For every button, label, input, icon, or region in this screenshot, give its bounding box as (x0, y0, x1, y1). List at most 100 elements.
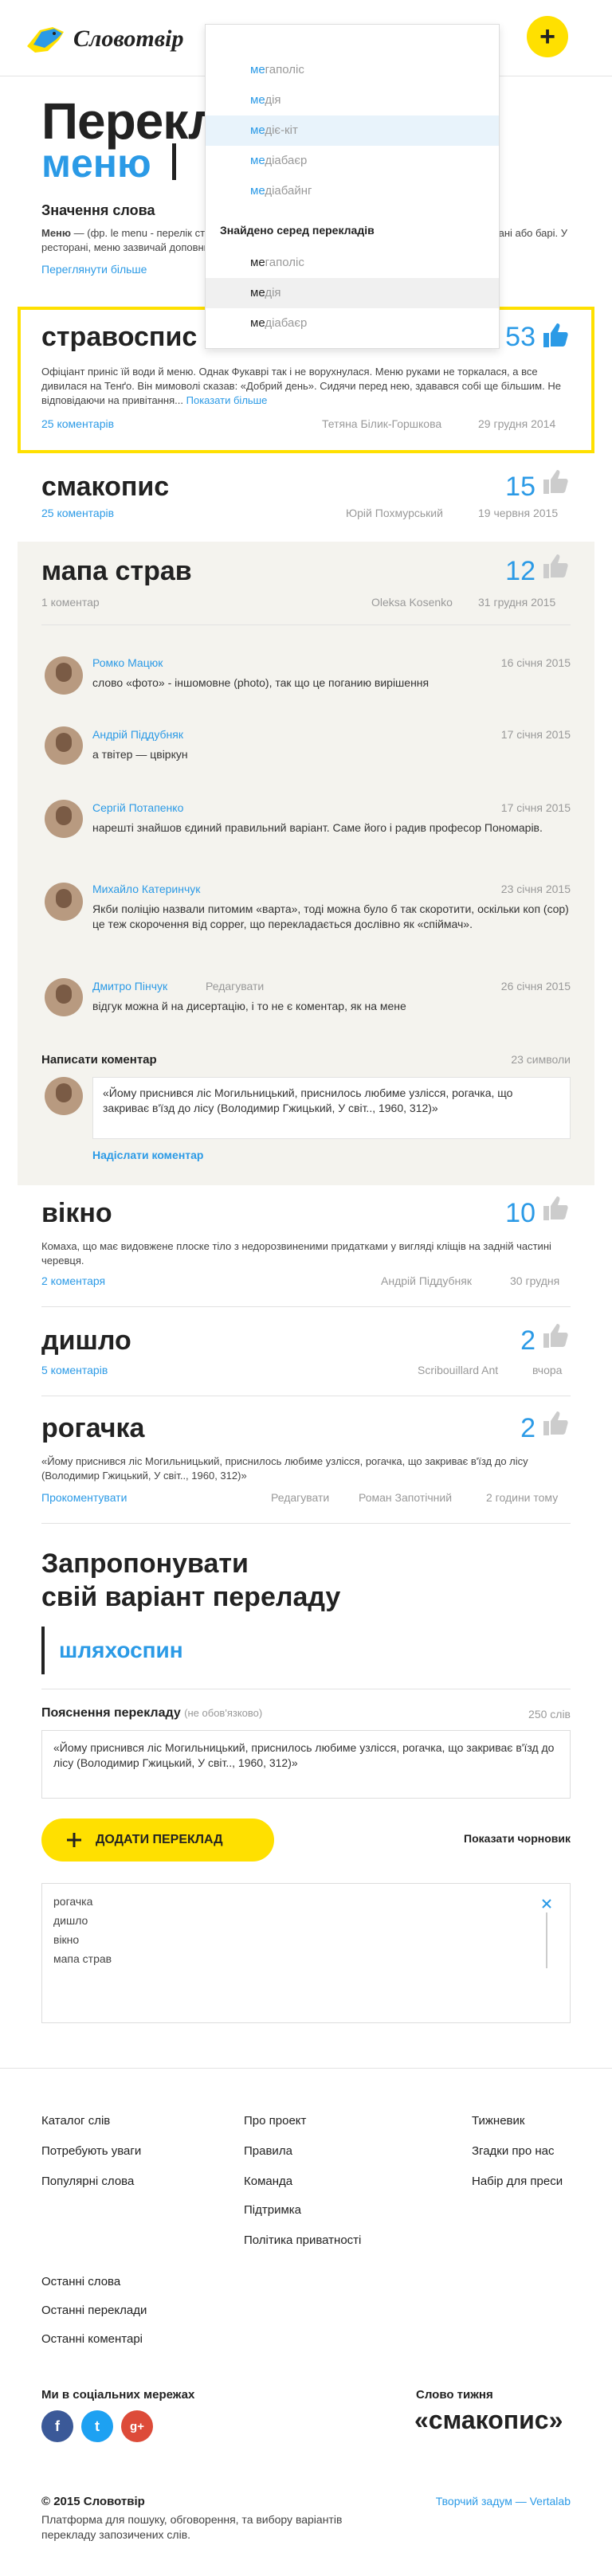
comment-author[interactable]: Сергій Потапенко (92, 801, 183, 814)
add-translation-button[interactable]: ДОДАТИ ПЕРЕКЛАД (41, 1818, 274, 1862)
comments-link[interactable]: 25 коментарів (41, 507, 114, 519)
show-draft-link[interactable]: Показати чорновик (446, 1832, 571, 1845)
submit-comment-link[interactable]: Надіслати коментар (92, 1149, 203, 1161)
comment-author[interactable]: Дмитро Пінчук (92, 980, 167, 992)
twitter-icon[interactable]: t (81, 2410, 113, 2442)
footer-link[interactable]: Останні коментарі (41, 2332, 143, 2346)
comment-date: 17 січня 2015 (500, 801, 571, 814)
comment-author[interactable]: Андрій Піддубняк (92, 728, 183, 741)
comments-link[interactable]: 25 коментарів (41, 417, 114, 430)
explanation-label: Пояснення перекладу (не обов'язково) (41, 1706, 262, 1721)
divider (41, 624, 571, 625)
thumbs-up-icon[interactable] (542, 468, 569, 495)
comment-text: нарешті знайшов єдиний правильний варіан… (92, 821, 543, 834)
author[interactable]: Scribouillard Ant (418, 1364, 498, 1376)
plus-icon: + (539, 22, 555, 52)
translation-title[interactable]: мапа страв (41, 556, 192, 587)
footer-link[interactable]: Команда (244, 2175, 292, 2188)
avatar[interactable] (45, 656, 83, 695)
tagline: Платформа для пошуку, обговорення, та ви… (41, 2513, 343, 2541)
footer-link[interactable]: Потребують уваги (41, 2144, 141, 2158)
footer-divider (0, 2068, 612, 2069)
thumbs-up-icon[interactable] (542, 1195, 569, 1222)
translation-title[interactable]: рогачка (41, 1413, 144, 1444)
footer-link[interactable]: Каталог слів (41, 2114, 110, 2128)
draft-item[interactable]: вікно (53, 1933, 79, 1946)
comment-text: відгук можна й на дисертацію, і то не є … (92, 1000, 406, 1012)
avatar[interactable] (45, 726, 83, 765)
comment-date: 23 січня 2015 (500, 883, 571, 895)
author[interactable]: Oleksa Kosenko (371, 596, 453, 609)
translation-title[interactable]: дишло (41, 1325, 131, 1357)
proposal-input[interactable]: шляхоспин (41, 1627, 571, 1674)
footer-link[interactable]: Політика приватності (244, 2233, 361, 2247)
footer-link[interactable]: Згадки про нас (472, 2144, 555, 2158)
footer-link[interactable]: Правила (244, 2144, 292, 2158)
draft-scrollbar[interactable] (546, 1912, 547, 1968)
divider (41, 1306, 571, 1307)
comment-date: 17 січня 2015 (500, 728, 571, 741)
translation-title[interactable]: стравоспис (41, 322, 197, 353)
thumbs-up-icon[interactable] (542, 322, 569, 349)
comment-textarea[interactable]: «Йому приснився ліс Могильницький, присн… (92, 1077, 571, 1139)
facebook-icon[interactable]: f (41, 2410, 73, 2442)
footer-link[interactable]: Останні слова (41, 2275, 120, 2288)
suggestion-item[interactable]: медіабаєр (206, 146, 499, 176)
suggestion-item[interactable]: медія (206, 85, 499, 115)
credit-link[interactable]: Творчий задум — Vertalab (414, 2495, 571, 2507)
logo[interactable]: Словотвір (24, 11, 207, 67)
word-of-week-label: Слово тижня (416, 2388, 493, 2402)
avatar[interactable] (45, 800, 83, 838)
translations-heading: Знайдено серед перекладів (220, 224, 375, 237)
copyright: © 2015 Словотвір (41, 2495, 145, 2508)
edit-link[interactable]: Редагувати (271, 1491, 329, 1504)
avatar[interactable] (45, 978, 83, 1016)
word-of-week[interactable]: «смакопис» (414, 2406, 563, 2435)
footer-link[interactable]: Популярні слова (41, 2175, 134, 2188)
thumbs-up-icon[interactable] (542, 1410, 569, 1437)
translation-title[interactable]: смакопис (41, 472, 169, 503)
explanation-textarea[interactable]: «Йому приснився ліс Могильницький, присн… (41, 1730, 571, 1799)
footer-link[interactable]: Про проект (244, 2114, 306, 2128)
suggestion-item[interactable]: медіє-кіт (206, 115, 499, 146)
comment-edit-link[interactable]: Редагувати (206, 980, 264, 992)
author[interactable]: Юрій Похмурський (346, 507, 443, 519)
translation-match: ме (250, 286, 265, 299)
footer-link[interactable]: Останні переклади (41, 2304, 147, 2317)
avatar[interactable] (45, 883, 83, 921)
suggestion-rest: діабайнг (265, 184, 312, 198)
close-icon[interactable] (541, 1898, 552, 1909)
footer-link[interactable]: Набір для преси (472, 2175, 563, 2188)
footer-link[interactable]: Підтримка (244, 2203, 301, 2217)
translation-result[interactable]: мегаполіс (206, 248, 499, 278)
thumbs-up-icon[interactable] (542, 553, 569, 580)
comment-text: слово «фото» - іншомовне (photo), так що… (92, 676, 430, 689)
thumbs-up-icon[interactable] (542, 1322, 569, 1349)
comment-author[interactable]: Михайло Катеринчук (92, 883, 200, 895)
author[interactable]: Роман Запотічний (359, 1491, 452, 1504)
suggestion-rest: діє-кіт (265, 123, 298, 137)
google-plus-icon[interactable]: g+ (121, 2410, 153, 2442)
footer-link[interactable]: Тижневик (472, 2114, 524, 2128)
meaning-more-link[interactable]: Переглянути більше (41, 263, 147, 276)
translation-match: ме (250, 256, 265, 269)
logo-text: Словотвір (73, 25, 184, 52)
show-more-link[interactable]: Показати більше (186, 394, 268, 406)
translation-result[interactable]: медіабаєр (206, 308, 499, 339)
translation-result[interactable]: медія (206, 278, 499, 308)
draft-item[interactable]: рогачка (53, 1895, 92, 1908)
comment-link[interactable]: Прокоментувати (41, 1491, 127, 1504)
comment-author[interactable]: Ромко Мацюк (92, 656, 163, 669)
suggestion-item[interactable]: медіабайнг (206, 176, 499, 206)
divider (41, 1523, 571, 1524)
comments-link[interactable]: 2 коментаря (41, 1274, 105, 1287)
suggestion-item[interactable]: мегаполіс (206, 55, 499, 85)
add-word-button[interactable]: + (527, 16, 568, 57)
author[interactable]: Андрій Піддубняк (381, 1274, 472, 1287)
author[interactable]: Тетяна Білик-Горшкова (322, 417, 441, 430)
comments-link[interactable]: 5 коментарів (41, 1364, 108, 1376)
draft-item[interactable]: дишло (53, 1914, 88, 1927)
vote-count: 12 (505, 556, 536, 586)
translation-title[interactable]: вікно (41, 1198, 112, 1229)
draft-item[interactable]: мапа страв (53, 1952, 112, 1965)
